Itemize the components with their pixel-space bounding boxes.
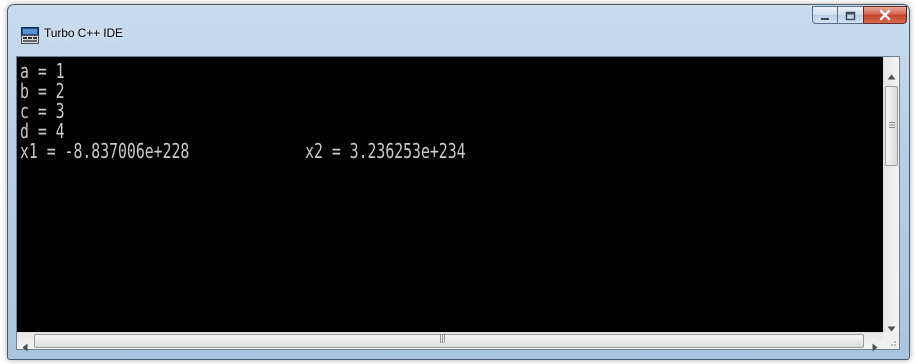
scroll-right-arrow-icon[interactable] — [872, 337, 878, 356]
console-line: d = 4 — [20, 119, 65, 143]
scroll-left-arrow-icon[interactable] — [22, 337, 28, 356]
console-line: c = 3 — [20, 99, 65, 123]
close-button[interactable] — [863, 6, 907, 24]
turbo-cpp-window: Turbo C++ IDE a = 1 b = 2 c = 3 d = 4 x1… — [7, 4, 910, 360]
console-line: x1 = -8.837006e+228 x2 = 3.236253e+234 — [20, 139, 466, 163]
turbo-cpp-app-icon[interactable] — [21, 27, 39, 44]
vertical-scroll-thumb[interactable] — [885, 86, 898, 166]
minimize-icon — [820, 6, 830, 25]
resize-grip[interactable] — [883, 332, 899, 349]
horizontal-scroll-thumb[interactable]: ||| — [34, 334, 864, 348]
title-bar[interactable]: Turbo C++ IDE — [8, 5, 909, 53]
minimize-button[interactable] — [812, 6, 838, 24]
scroll-up-arrow-icon[interactable] — [887, 65, 896, 84]
scroll-thumb-grip: ||| — [439, 334, 446, 344]
maximize-icon — [845, 6, 856, 25]
maximize-button[interactable] — [837, 6, 864, 24]
vertical-scrollbar[interactable] — [883, 57, 899, 332]
close-icon — [878, 6, 892, 25]
console-line: b = 2 — [20, 79, 65, 103]
window-title: Turbo C++ IDE — [44, 26, 123, 40]
horizontal-scrollbar[interactable]: ||| — [17, 332, 883, 352]
console-line: a = 1 — [20, 59, 65, 83]
console-output[interactable]: a = 1 b = 2 c = 3 d = 4 x1 = -8.837006e+… — [17, 57, 883, 332]
console-client-area: a = 1 b = 2 c = 3 d = 4 x1 = -8.837006e+… — [16, 56, 900, 352]
